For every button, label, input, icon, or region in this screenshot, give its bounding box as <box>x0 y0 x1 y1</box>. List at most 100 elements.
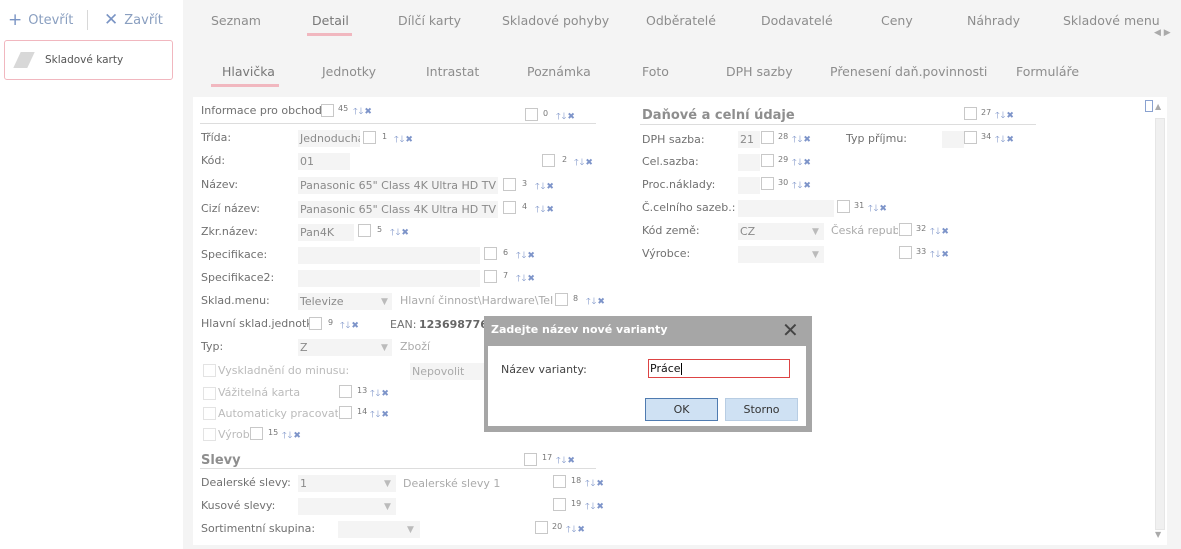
proc-checkbox[interactable] <box>761 177 774 190</box>
move-controls[interactable]: 🡑🡓✖ <box>535 202 555 218</box>
cizi-checkbox[interactable] <box>503 201 516 214</box>
nazev-checkbox[interactable] <box>503 178 516 191</box>
subtab-intrastat[interactable]: Intrastat <box>426 64 479 79</box>
subtab-dph-sazby[interactable]: DPH sazby <box>726 64 793 79</box>
spec-checkbox[interactable] <box>484 247 497 260</box>
move-controls[interactable]: 🡑🡓✖ <box>535 179 555 195</box>
zkr-nazev-field[interactable]: Pan4K <box>298 224 354 241</box>
move-controls[interactable]: 🡑🡓✖ <box>516 271 536 287</box>
vyskladneni-select[interactable]: Nepovolit <box>410 363 484 380</box>
tab-odberatele[interactable]: Odběratelé <box>646 13 716 28</box>
tab-dodavatele[interactable]: Dodavatelé <box>761 13 833 28</box>
vaz-order-checkbox[interactable] <box>339 385 352 398</box>
subtab-formulare[interactable]: Formuláře <box>1016 64 1079 79</box>
hsj-checkbox[interactable] <box>309 317 322 330</box>
specifikace-field[interactable] <box>298 247 480 264</box>
info-checkbox-2[interactable] <box>525 108 538 121</box>
specifikace2-field[interactable] <box>298 270 480 287</box>
skladmenu-checkbox[interactable] <box>555 293 568 306</box>
kodzeme-checkbox[interactable] <box>899 223 912 236</box>
move-controls[interactable]: 🡑🡓✖ <box>792 178 812 194</box>
move-controls[interactable]: 🡑🡓✖ <box>340 318 360 334</box>
cizi-nazev-field[interactable]: Panasonic 65" Class 4K Ultra HD TV <box>298 201 498 218</box>
kod-checkbox[interactable] <box>542 154 555 167</box>
open-button[interactable]: + Otevřít <box>8 10 73 30</box>
sklad-menu-select[interactable]: Televize <box>298 293 392 310</box>
sort-checkbox[interactable] <box>535 521 548 534</box>
move-controls[interactable]: 🡑🡓✖ <box>574 155 594 171</box>
tab-nahrady[interactable]: Náhrady <box>967 13 1020 28</box>
auto-order-checkbox[interactable] <box>339 406 352 419</box>
scroll-up-icon[interactable]: ▲ <box>1155 102 1161 111</box>
deal-checkbox[interactable] <box>553 475 566 488</box>
trida-checkbox[interactable] <box>363 131 376 144</box>
tab-dilci-karty[interactable]: Dílčí karty <box>398 13 461 28</box>
automaticky-checkbox[interactable] <box>203 407 216 420</box>
move-controls[interactable]: 🡑🡓✖ <box>930 247 950 263</box>
nazev-field[interactable]: Panasonic 65" Class 4K Ultra HD TV <box>298 177 498 194</box>
subtab-hlavicka[interactable]: Hlavička <box>222 64 275 79</box>
zkr-checkbox[interactable] <box>358 224 371 237</box>
panel-settings-icon[interactable] <box>1145 100 1153 112</box>
move-controls[interactable]: 🡑🡓✖ <box>868 201 888 217</box>
subtab-preneseni[interactable]: Přenesení daň.povinnosti <box>830 64 987 79</box>
typ-prijmu-field[interactable] <box>942 131 964 148</box>
move-controls[interactable]: 🡑🡓✖ <box>585 476 605 492</box>
tab-skladove-pohyby[interactable]: Skladové pohyby <box>502 13 609 28</box>
move-controls[interactable]: 🡑🡓✖ <box>282 428 302 444</box>
close-button[interactable]: ✕ Zavřít <box>104 10 163 30</box>
move-controls[interactable]: 🡑🡓✖ <box>516 248 536 264</box>
move-controls[interactable]: 🡑🡓✖ <box>586 294 606 310</box>
typprij-checkbox[interactable] <box>964 131 977 144</box>
move-controls[interactable]: 🡑🡓✖ <box>370 407 390 423</box>
vertical-scrollbar[interactable]: ▲ ▼ <box>1153 100 1167 544</box>
subtab-poznamka[interactable]: Poznámka <box>527 64 591 79</box>
dph-checkbox[interactable] <box>761 131 774 144</box>
move-controls[interactable]: 🡑🡓✖ <box>995 108 1015 124</box>
cel-sazba-field[interactable] <box>738 154 760 171</box>
kod-field[interactable]: 01 <box>298 153 350 170</box>
subtab-jednotky[interactable]: Jednotky <box>322 64 376 79</box>
dealerske-slevy-select[interactable]: 1 <box>298 475 396 492</box>
move-controls[interactable]: 🡑🡓✖ <box>585 499 605 515</box>
vyskladneni-checkbox[interactable] <box>203 364 216 377</box>
move-controls[interactable]: 🡑🡓✖ <box>370 386 390 402</box>
cancel-button[interactable]: Storno <box>725 398 798 421</box>
scrollbar-thumb[interactable] <box>1155 118 1165 530</box>
ccel-checkbox[interactable] <box>837 200 850 213</box>
variant-name-input[interactable]: Práce <box>648 359 790 378</box>
tab-ceny[interactable]: Ceny <box>881 13 913 28</box>
cislo-celniho-sazebniku-field[interactable] <box>738 200 834 217</box>
move-controls[interactable]: 🡑🡓✖ <box>566 522 586 538</box>
info-checkbox[interactable] <box>321 104 334 117</box>
move-controls[interactable]: 🡑🡓✖ <box>995 132 1015 148</box>
vyrob-order-checkbox[interactable] <box>250 427 263 440</box>
sidebar-item-skladove-karty[interactable]: Skladové karty <box>4 40 173 80</box>
kus-checkbox[interactable] <box>553 498 566 511</box>
subtab-foto[interactable]: Foto <box>642 64 669 79</box>
vazitelna-checkbox[interactable] <box>203 387 216 400</box>
tabs-scroll-arrows[interactable]: ◀ ▶ <box>1154 28 1171 38</box>
typ-select[interactable]: Z <box>298 339 392 356</box>
move-controls[interactable]: 🡑🡓✖ <box>556 453 576 469</box>
slevy-checkbox[interactable] <box>524 453 537 466</box>
cel-checkbox[interactable] <box>761 154 774 167</box>
move-controls[interactable]: 🡑🡓✖ <box>792 155 812 171</box>
move-controls[interactable]: 🡑🡓✖ <box>390 225 410 241</box>
move-controls[interactable]: 🡑🡓✖ <box>353 104 373 120</box>
spec2-checkbox[interactable] <box>484 270 497 283</box>
vyrobce-checkbox[interactable] <box>899 246 912 259</box>
proc-naklady-field[interactable] <box>738 177 760 194</box>
move-controls[interactable]: 🡑🡓✖ <box>792 132 812 148</box>
scroll-down-icon[interactable]: ▼ <box>1155 530 1161 539</box>
vyrobek-checkbox[interactable] <box>203 428 216 441</box>
move-controls[interactable]: 🡑🡓✖ <box>930 224 950 240</box>
tab-detail[interactable]: Detail <box>312 13 349 28</box>
tab-seznam[interactable]: Seznam <box>211 13 261 28</box>
dan-checkbox[interactable] <box>964 107 977 120</box>
move-controls[interactable]: 🡑🡓✖ <box>394 132 414 148</box>
kusove-slevy-select[interactable] <box>298 498 396 515</box>
dialog-close-icon[interactable]: ✕ <box>782 318 799 342</box>
dph-sazba-field[interactable]: 21 <box>738 131 760 148</box>
trida-field[interactable]: Jednoduchá <box>298 130 360 147</box>
